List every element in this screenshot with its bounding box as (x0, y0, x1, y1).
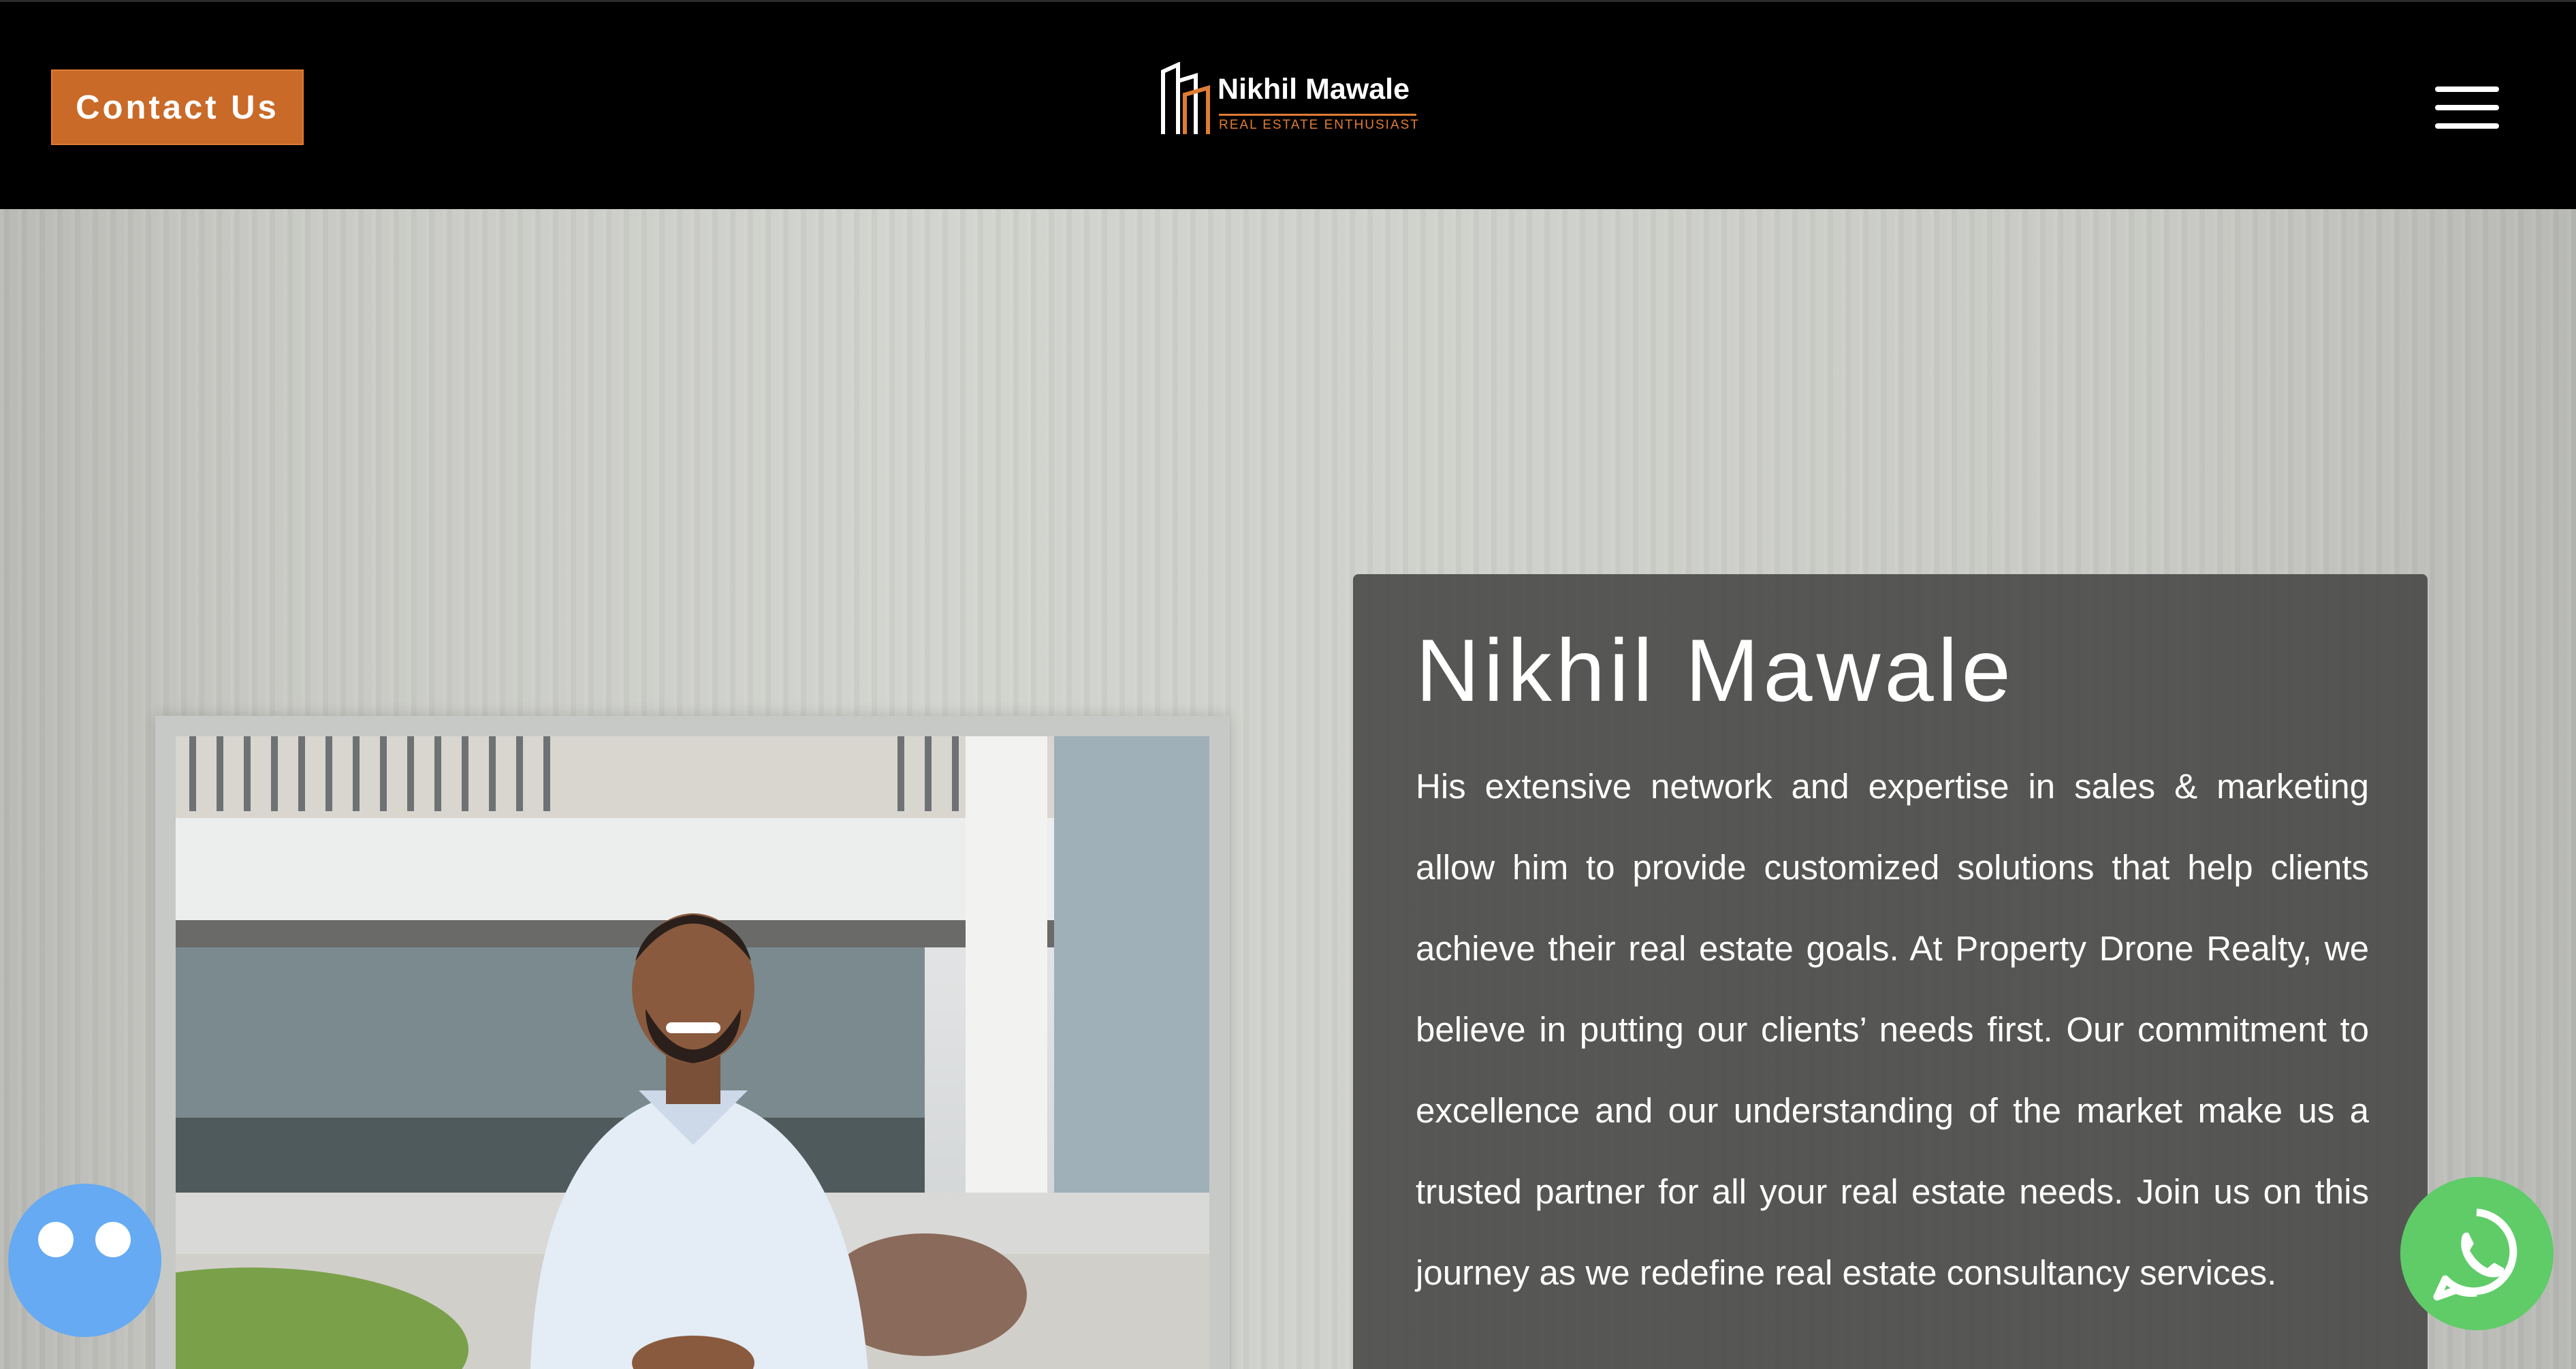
site-header: Contact Us Nikhil Mawale REAL ESTATE ENT… (0, 0, 2576, 209)
logo-building-icon (1161, 62, 1210, 134)
logo-tagline: REAL ESTATE ENTHUSIAST (1219, 114, 1418, 133)
site-logo[interactable]: Nikhil Mawale REAL ESTATE ENTHUSIAST (1158, 62, 1430, 137)
hero-slider: Nikhil Mawale His extensive network and … (0, 209, 2576, 1369)
hamburger-menu-icon[interactable] (2435, 84, 2499, 131)
profile-photo-frame (155, 716, 1230, 1369)
profile-photo (176, 736, 1209, 1369)
logo-name: Nikhil Mawale (1218, 73, 1410, 106)
bio-text: His extensive network and expertise in s… (1416, 767, 2369, 1292)
whatsapp-glyph (2433, 1208, 2517, 1301)
bio-title: Nikhil Mawale (1416, 620, 2015, 720)
chat-bot-icon[interactable] (8, 1184, 161, 1337)
whatsapp-icon[interactable] (2400, 1177, 2554, 1330)
bio-card: Nikhil Mawale His extensive network and … (1353, 574, 2428, 1369)
contact-us-button[interactable]: Contact Us (51, 69, 304, 145)
profile-photo-illustration (176, 736, 1209, 1369)
